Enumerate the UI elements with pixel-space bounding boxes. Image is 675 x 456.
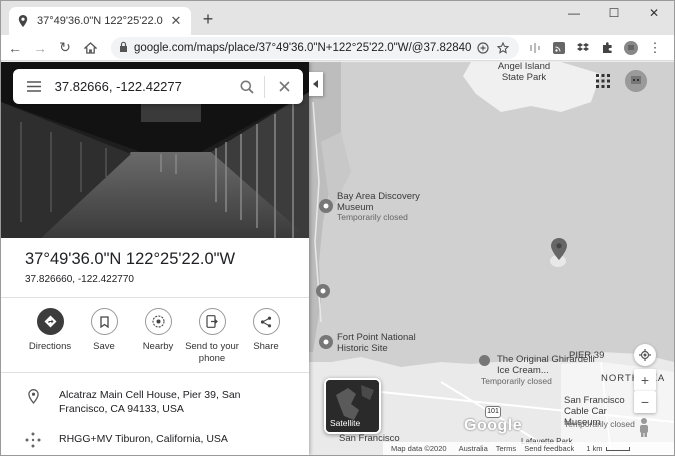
tab-title: 37°49'36.0"N 122°25'22.0"W - Go xyxy=(37,15,163,27)
close-window-button[interactable]: ✕ xyxy=(634,1,674,25)
address-bar[interactable]: google.com/maps/place/37°49'36.0"N+122°2… xyxy=(111,37,519,59)
account-avatar[interactable] xyxy=(625,70,647,92)
my-location-button[interactable] xyxy=(634,344,656,366)
satellite-label: Satellite xyxy=(330,418,361,428)
plus-code-row[interactable]: RHGG+MV Tiburon, California, USA xyxy=(25,432,279,448)
satellite-layer-toggle[interactable]: Satellite xyxy=(324,378,381,434)
clear-search-icon[interactable] xyxy=(265,69,303,104)
reload-button[interactable]: ↻ xyxy=(54,37,76,59)
dropbox-extension-icon[interactable] xyxy=(573,38,593,58)
bay-area-museum-label[interactable]: Bay Area Discovery Museum xyxy=(337,191,432,213)
bookmark-icon xyxy=(90,308,118,335)
place-side-panel: 37°49'36.0"N 122°25'22.0"W 37.826660, -1… xyxy=(1,62,309,455)
lock-icon xyxy=(119,39,128,57)
tab-close-icon[interactable]: ✕ xyxy=(169,13,183,29)
search-icon[interactable] xyxy=(231,69,265,104)
add-circle-icon[interactable] xyxy=(475,40,491,56)
bay-area-status-label: Temporarily closed xyxy=(337,212,408,222)
museum-pin-icon[interactable] xyxy=(319,199,333,213)
puzzle-extensions-icon[interactable] xyxy=(597,38,617,58)
profile-avatar-icon[interactable] xyxy=(621,38,641,58)
page-content: Angel Island State Park Bay Area Discove… xyxy=(1,62,674,455)
extensions-area: ⋮ xyxy=(525,38,669,58)
share-button[interactable]: Share xyxy=(239,308,293,365)
more-menu-icon[interactable]: ⋮ xyxy=(645,38,665,58)
hamburger-menu-icon[interactable] xyxy=(13,69,55,104)
rss-extension-icon[interactable] xyxy=(549,38,569,58)
browser-toolbar: ← → ↻ google.com/maps/place/37°49'36.0"N… xyxy=(1,35,674,61)
nearby-label: Nearby xyxy=(142,341,174,352)
maximize-button[interactable]: ☐ xyxy=(594,1,634,25)
plus-code-icon xyxy=(25,432,41,448)
map-data-text: Map data ©2020 xyxy=(391,444,447,453)
directions-button[interactable]: Directions xyxy=(23,308,77,365)
address-row[interactable]: Alcatraz Main Cell House, Pier 39, San F… xyxy=(25,388,279,416)
directions-label: Directions xyxy=(28,341,72,352)
back-button[interactable]: ← xyxy=(4,37,26,59)
park-pin-icon[interactable] xyxy=(316,284,330,298)
apps-grid-icon[interactable] xyxy=(596,74,612,90)
new-tab-button[interactable]: + xyxy=(199,9,217,29)
nearby-icon xyxy=(144,308,172,335)
search-box xyxy=(13,69,303,104)
divider xyxy=(1,297,309,298)
pegman-icon[interactable] xyxy=(637,417,651,437)
minimize-button[interactable]: — xyxy=(554,1,594,25)
fort-point-pin-icon[interactable] xyxy=(319,335,333,349)
dropped-pin-marker-icon[interactable] xyxy=(551,238,567,265)
send-to-phone-button[interactable]: Send to your phone xyxy=(185,308,239,365)
place-decimal-coords: 37.826660, -122.422770 xyxy=(25,274,134,285)
directions-icon xyxy=(36,308,64,335)
nearby-button[interactable]: Nearby xyxy=(131,308,185,365)
home-button[interactable] xyxy=(79,37,101,59)
forward-button[interactable]: → xyxy=(29,37,51,59)
share-icon xyxy=(252,308,280,335)
terms-link[interactable]: Terms xyxy=(496,444,516,453)
fort-point-label[interactable]: Fort Point National Historic Site xyxy=(337,332,432,354)
ghirardelli-status-label: Temporarily closed xyxy=(481,376,552,386)
search-input[interactable] xyxy=(54,79,231,94)
map-pin-favicon-icon xyxy=(17,15,29,27)
action-buttons-row: Directions Save Nearby Send to your phon… xyxy=(23,308,293,365)
map-footer: Map data ©2020 Australia Terms Send feed… xyxy=(383,442,674,455)
save-label: Save xyxy=(93,341,115,352)
scale-label[interactable]: 1 km xyxy=(586,444,602,453)
region-link[interactable]: Australia xyxy=(459,444,488,453)
place-title: 37°49'36.0"N 122°25'22.0"W xyxy=(25,250,236,268)
url-text: google.com/maps/place/37°49'36.0"N+122°2… xyxy=(134,42,471,54)
save-button[interactable]: Save xyxy=(77,308,131,365)
google-logo: Google xyxy=(464,417,523,434)
divider xyxy=(1,372,309,373)
collapse-panel-button[interactable] xyxy=(309,72,323,96)
angel-island-label[interactable]: Angel Island State Park xyxy=(489,62,559,83)
send-to-phone-icon xyxy=(198,308,226,335)
plus-code-text: RHGG+MV Tiburon, California, USA xyxy=(59,433,228,445)
share-label: Share xyxy=(253,341,279,352)
browser-window: 37°49'36.0"N 122°25'22.0"W - Go ✕ + — ☐ … xyxy=(0,0,675,456)
zoom-in-button[interactable]: + xyxy=(634,369,656,391)
window-controls: — ☐ ✕ xyxy=(554,1,674,25)
location-pin-icon xyxy=(25,388,41,404)
scale-bar xyxy=(605,446,630,451)
cable-car-status-label: Temporarily closed xyxy=(564,419,635,429)
browser-tab[interactable]: 37°49'36.0"N 122°25'22.0"W - Go ✕ xyxy=(9,7,191,35)
ghirardelli-label[interactable]: The Original Ghirardelli Ice Cream... xyxy=(477,354,597,376)
send-to-phone-label: Send to your phone xyxy=(185,341,239,364)
audio-extension-icon[interactable] xyxy=(525,38,545,58)
address-text: Alcatraz Main Cell House, Pier 39, San F… xyxy=(59,389,241,415)
tab-bar: 37°49'36.0"N 122°25'22.0"W - Go ✕ + — ☐ … xyxy=(1,1,674,35)
bookmark-star-icon[interactable] xyxy=(495,40,511,56)
zoom-out-button[interactable]: − xyxy=(634,391,656,413)
send-feedback-link[interactable]: Send feedback xyxy=(524,444,574,453)
